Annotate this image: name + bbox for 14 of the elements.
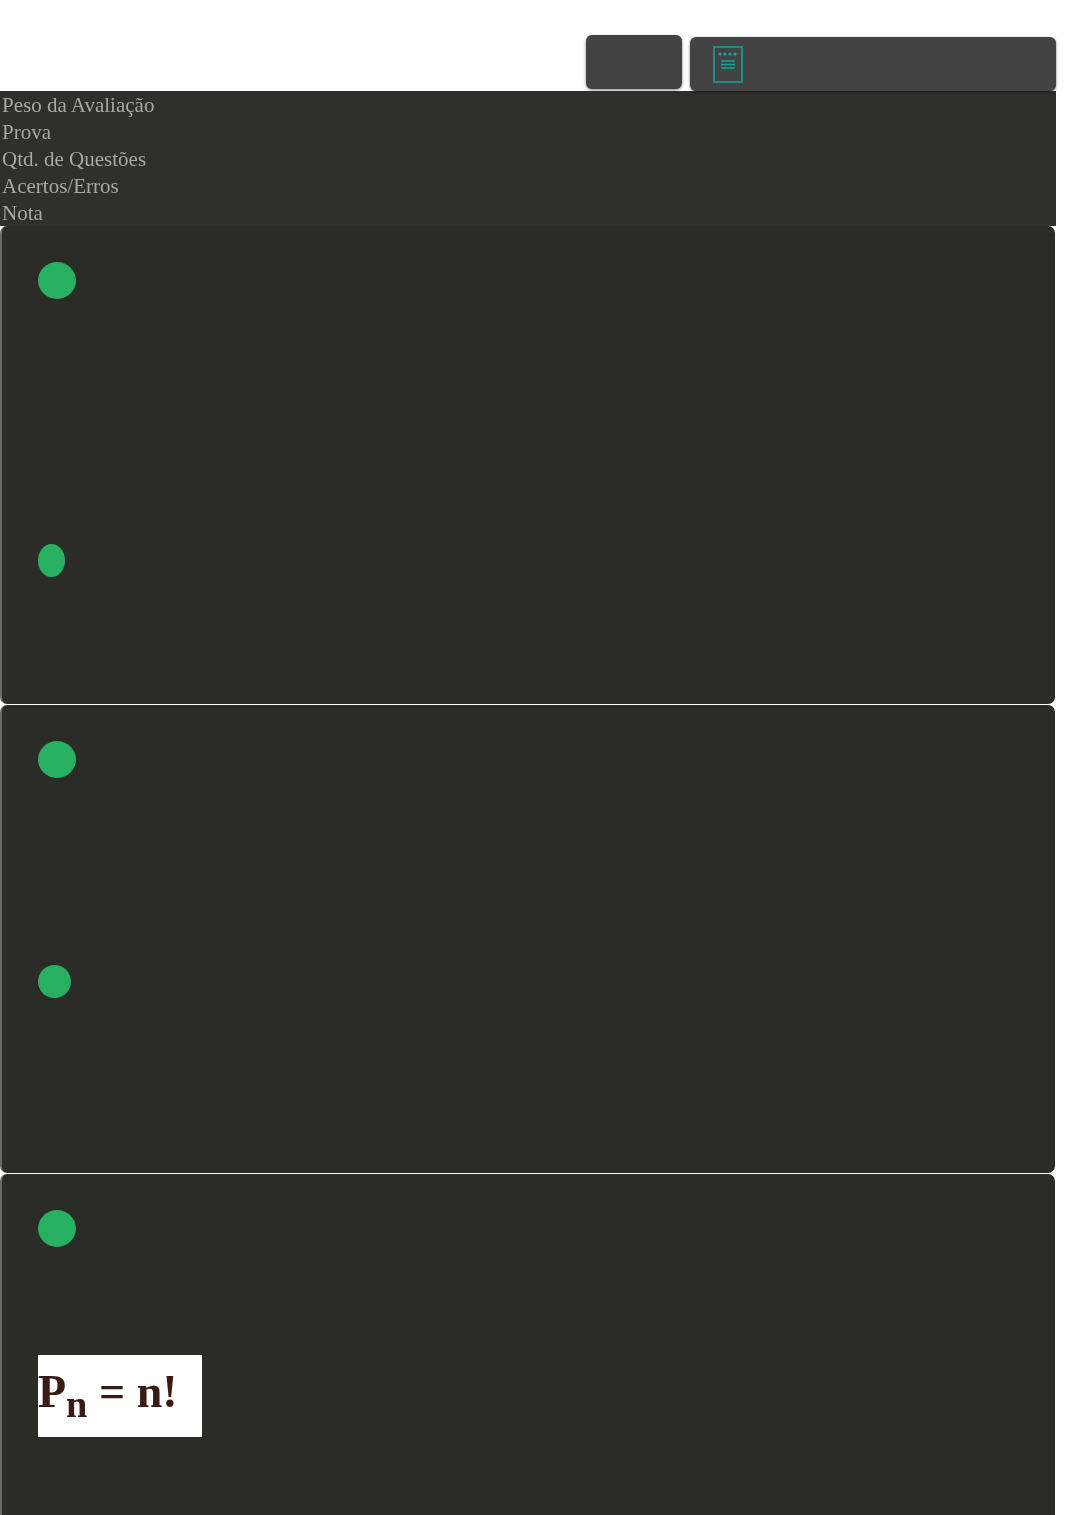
document-icon bbox=[713, 45, 743, 83]
dot-icon bbox=[38, 741, 76, 778]
summary-label: Peso da Avaliação bbox=[1, 92, 156, 119]
dot-icon bbox=[38, 262, 76, 299]
summary-label: Acertos/Erros bbox=[1, 173, 120, 200]
summary-label: Prova bbox=[1, 119, 52, 146]
formula-image: P$_{n}$ = n! bbox=[38, 1355, 202, 1437]
summary-label: Nota bbox=[1, 200, 44, 227]
document-button[interactable] bbox=[690, 37, 1056, 91]
dot-icon bbox=[38, 965, 71, 998]
toolbar-button[interactable] bbox=[586, 35, 682, 89]
summary-label: Qtd. de Questões bbox=[1, 146, 148, 173]
oval-icon bbox=[38, 544, 65, 577]
dot-icon bbox=[38, 1210, 76, 1247]
